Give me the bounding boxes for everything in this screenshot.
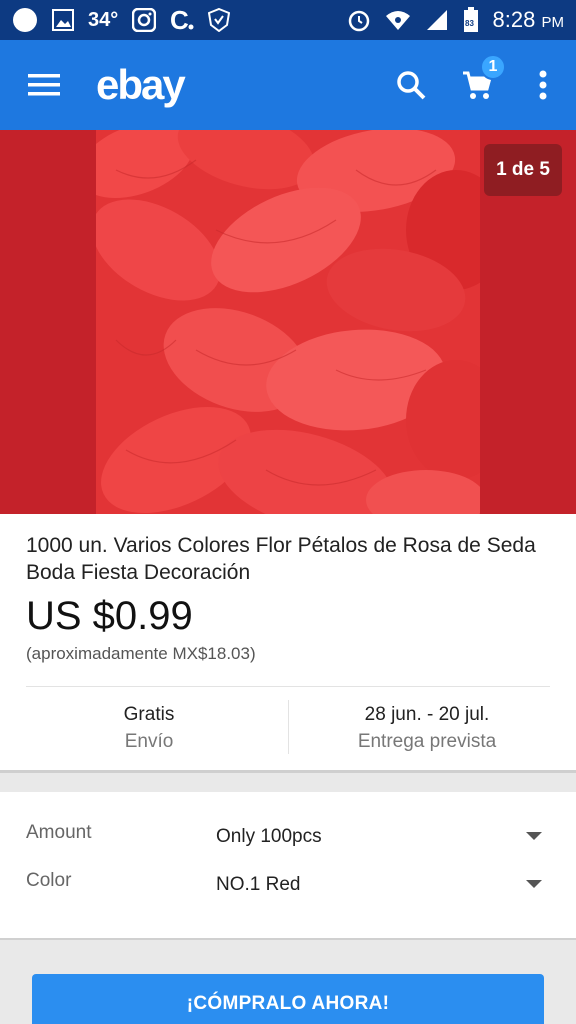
clock-text: 8:28 PM (493, 7, 564, 33)
svg-text:C: C (170, 7, 189, 33)
shipping-label: Envío (124, 731, 174, 752)
battery-level-text: 83 (465, 19, 474, 28)
menu-button[interactable] (0, 40, 88, 130)
alarm-icon (347, 8, 371, 32)
search-icon (397, 71, 426, 100)
card-shadow (0, 770, 576, 773)
divider (26, 686, 550, 687)
variation-row-color[interactable]: Color NO.1 Red (0, 870, 576, 910)
status-bar: 34° C 83 8:28 PM (0, 0, 576, 40)
approximate-price: (aproximadamente MX$18.03) (26, 644, 256, 663)
overflow-menu-button[interactable] (510, 40, 576, 130)
product-title: 1000 un. Varios Colores Flor Pétalos de … (26, 534, 536, 584)
ebay-logo[interactable]: ebay (96, 61, 186, 109)
circle-notification-icon (12, 7, 38, 33)
variations-card: Amount Only 100pcs Color NO.1 Red (0, 792, 576, 940)
battery-icon: 83 (463, 7, 479, 33)
buy-now-button[interactable]: ¡CÓMPRALO AHORA! (32, 974, 544, 1024)
cart-button[interactable]: 1 (444, 40, 510, 130)
clock-ampm: PM (541, 14, 565, 31)
shield-app-icon (208, 8, 231, 32)
column-divider (288, 700, 289, 754)
more-vert-icon (539, 70, 547, 100)
variation-row-amount[interactable]: Amount Only 100pcs (0, 822, 576, 862)
clock-time: 8:28 (492, 7, 536, 32)
signal-icon (425, 8, 449, 32)
cart-badge: 1 (480, 54, 506, 80)
product-info-card: 1000 un. Varios Colores Flor Pétalos de … (0, 514, 576, 770)
shipping-info: Gratis Envío (18, 702, 280, 756)
product-price: US $0.99 (26, 594, 193, 638)
search-button[interactable] (378, 40, 444, 130)
temperature-text: 34° (88, 8, 119, 31)
app-bar: ebay 1 (0, 40, 576, 130)
dropdown-arrow-icon[interactable] (526, 880, 542, 888)
image-counter: 1 de 5 (484, 144, 562, 196)
product-image[interactable] (96, 130, 480, 514)
shipping-value: Gratis (123, 704, 175, 725)
wifi-icon (385, 9, 411, 31)
hamburger-icon (28, 74, 60, 96)
variation-select-value[interactable]: NO.1 Red (216, 874, 300, 896)
variation-label: Color (26, 870, 72, 891)
image-notification-icon (52, 9, 74, 31)
delivery-info: 28 jun. - 20 jul. Entrega prevista (296, 702, 558, 756)
c-app-icon: C (170, 7, 194, 33)
delivery-value: 28 jun. - 20 jul. (364, 704, 490, 725)
dropdown-arrow-icon[interactable] (526, 832, 542, 840)
variation-label: Amount (26, 822, 92, 843)
variation-select-value[interactable]: Only 100pcs (216, 826, 322, 848)
instagram-icon (132, 8, 157, 32)
delivery-label: Entrega prevista (357, 731, 497, 752)
image-gallery[interactable]: 1 de 5 (0, 130, 576, 514)
